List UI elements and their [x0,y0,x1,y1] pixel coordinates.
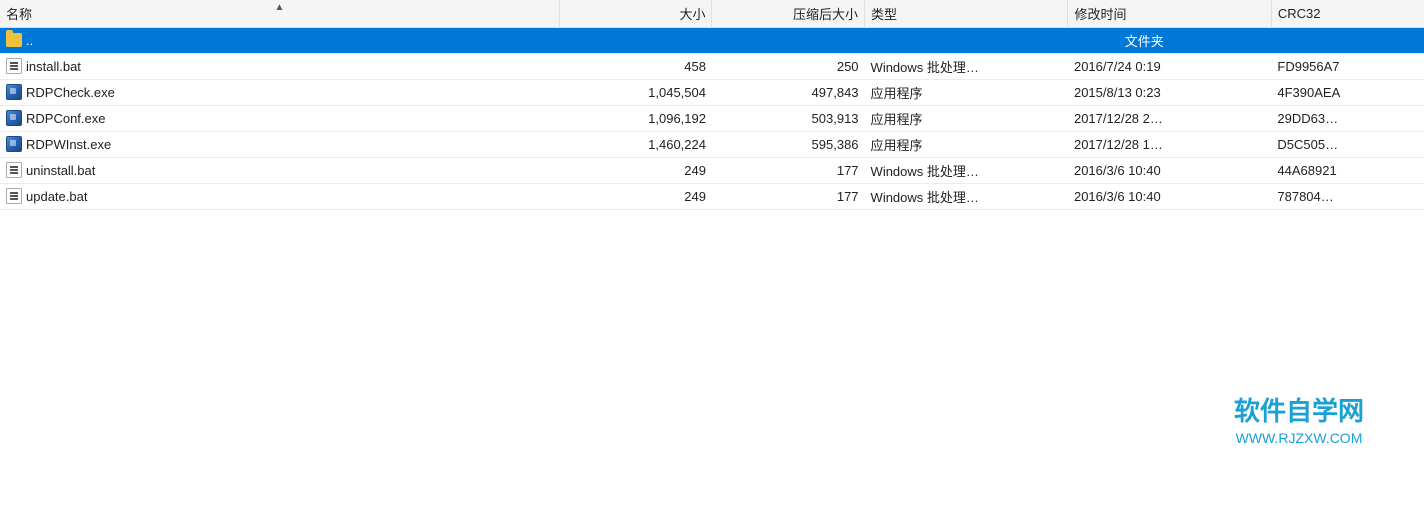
exe-icon [6,84,22,100]
watermark-title: 软件自学网 [1234,391,1364,428]
cell-type: Windows 批处理… [865,54,1068,80]
cell-type: 应用程序 [865,106,1068,132]
file-name: uninstall.bat [26,163,95,178]
col-header-name[interactable]: 名称 ▲ [0,0,559,28]
sort-arrow-icon: ▲ [275,2,285,13]
col-header-type[interactable]: 类型 [865,0,1068,28]
cell-name: update.bat [0,184,559,210]
watermark: 软件自学网 WWW.RJZXW.COM [1234,391,1364,446]
table-row[interactable]: RDPWInst.exe 1,460,224595,386应用程序2017/12/… [0,132,1424,158]
cell-name: .. [0,28,559,54]
file-name: RDPCheck.exe [26,85,115,100]
exe-icon [6,110,22,126]
cell-mtime: 2017/12/28 1… [1068,132,1271,158]
table-row[interactable]: .. 文件夹 [0,28,1424,54]
table-row[interactable]: uninstall.bat 249177Windows 批处理…2016/3/6 … [0,158,1424,184]
col-header-mtime[interactable]: 修改时间 [1068,0,1271,28]
cell-type: 应用程序 [865,80,1068,106]
file-name: update.bat [26,189,87,204]
file-name: RDPWInst.exe [26,137,111,152]
table-row[interactable]: RDPConf.exe 1,096,192503,913应用程序2017/12/2… [0,106,1424,132]
file-table: 名称 ▲ 大小 压缩后大小 类型 修改时间 CRC32 ..文件夹install… [0,0,1424,210]
table-header: 名称 ▲ 大小 压缩后大小 类型 修改时间 CRC32 [0,0,1424,28]
cell-name: RDPCheck.exe [0,80,559,106]
bat-icon [6,188,22,204]
cell-csize: 250 [712,54,865,80]
cell-crc: D5C505… [1271,132,1424,158]
file-name: RDPConf.exe [26,111,105,126]
cell-size: 249 [559,158,712,184]
cell-size: 458 [559,54,712,80]
cell-csize: 177 [712,158,865,184]
cell-size: 249 [559,184,712,210]
table-row[interactable]: RDPCheck.exe 1,045,504497,843应用程序2015/8/1… [0,80,1424,106]
bat-icon [6,58,22,74]
cell-name: RDPWInst.exe [0,132,559,158]
cell-crc: 44A68921 [1271,158,1424,184]
file-list: ..文件夹install.bat458250Windows 批处理…2016/7… [0,28,1424,210]
cell-mtime: 2015/8/13 0:23 [1068,80,1271,106]
cell-csize [712,28,865,54]
exe-icon [6,136,22,152]
cell-crc: 4F390AEA [1271,80,1424,106]
cell-crc: FD9956A7 [1271,54,1424,80]
cell-csize: 595,386 [712,132,865,158]
cell-mtime: 2016/3/6 10:40 [1068,184,1271,210]
cell-name: RDPConf.exe [0,106,559,132]
col-header-size[interactable]: 大小 [559,0,712,28]
file-name: .. [26,34,33,49]
cell-type: 应用程序 [865,132,1068,158]
cell-name: uninstall.bat [0,158,559,184]
file-name: install.bat [26,59,81,74]
cell-crc: 29DD63… [1271,106,1424,132]
cell-type: Windows 批处理… [865,158,1068,184]
cell-csize: 503,913 [712,106,865,132]
table-row[interactable]: update.bat 249177Windows 批处理…2016/3/6 10:… [0,184,1424,210]
cell-size: 1,096,192 [559,106,712,132]
watermark-url: WWW.RJZXW.COM [1234,430,1364,446]
cell-size: 1,045,504 [559,80,712,106]
bat-icon [6,162,22,178]
cell-csize: 497,843 [712,80,865,106]
cell-crc: 787804… [1271,184,1424,210]
col-header-csize[interactable]: 压缩后大小 [712,0,865,28]
folder-icon [6,33,22,47]
cell-name: install.bat [0,54,559,80]
header-row: 名称 ▲ 大小 压缩后大小 类型 修改时间 CRC32 [0,0,1424,28]
table-wrapper: 名称 ▲ 大小 压缩后大小 类型 修改时间 CRC32 ..文件夹install… [0,0,1424,506]
table-row[interactable]: install.bat 458250Windows 批处理…2016/7/24 0… [0,54,1424,80]
cell-size [559,28,712,54]
file-manager: 名称 ▲ 大小 压缩后大小 类型 修改时间 CRC32 ..文件夹install… [0,0,1424,506]
cell-mtime: 2016/3/6 10:40 [1068,158,1271,184]
cell-mtime: 2016/7/24 0:19 [1068,54,1271,80]
cell-type: 文件夹 [865,28,1424,54]
col-header-crc[interactable]: CRC32 [1271,0,1424,28]
cell-type: Windows 批处理… [865,184,1068,210]
cell-mtime: 2017/12/28 2… [1068,106,1271,132]
cell-csize: 177 [712,184,865,210]
cell-size: 1,460,224 [559,132,712,158]
